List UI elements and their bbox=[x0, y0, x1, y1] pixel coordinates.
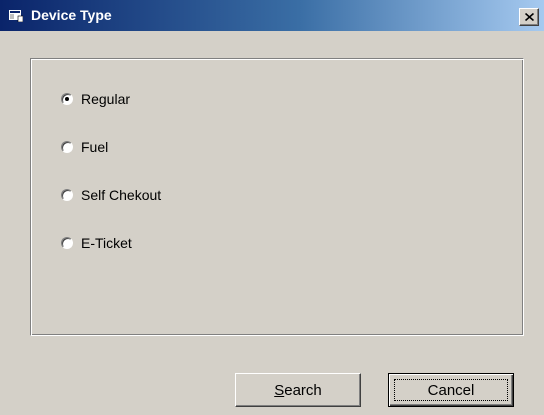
search-label-rest: earch bbox=[284, 381, 322, 399]
radio-e-ticket[interactable]: E-Ticket bbox=[61, 234, 132, 252]
radio-button[interactable] bbox=[61, 93, 73, 105]
title-bar[interactable]: Device Type bbox=[0, 0, 544, 31]
radio-self-checkout[interactable]: Self Chekout bbox=[61, 186, 161, 204]
radio-button[interactable] bbox=[61, 189, 73, 201]
radio-button[interactable] bbox=[61, 141, 73, 153]
radio-selected-dot bbox=[65, 97, 69, 101]
radio-regular[interactable]: Regular bbox=[61, 90, 130, 108]
close-icon bbox=[525, 13, 534, 21]
radio-label-fuel: Fuel bbox=[81, 139, 109, 155]
cancel-button-label: Cancel bbox=[427, 381, 475, 399]
window-title: Device Type bbox=[31, 7, 112, 23]
radio-label-regular: Regular bbox=[81, 91, 131, 107]
cancel-button[interactable]: Cancel bbox=[388, 373, 514, 407]
search-button[interactable]: Search bbox=[235, 373, 361, 407]
search-button-label: Search bbox=[274, 382, 322, 399]
app-window-icon bbox=[9, 10, 23, 22]
device-type-dialog: Device Type Regular Fuel Self Chekout E-… bbox=[0, 0, 544, 415]
close-button[interactable] bbox=[519, 8, 539, 26]
radio-button[interactable] bbox=[61, 237, 73, 249]
search-accelerator: S bbox=[274, 381, 285, 399]
radio-label-self-checkout: Self Chekout bbox=[81, 187, 162, 203]
radio-fuel[interactable]: Fuel bbox=[61, 138, 108, 156]
radio-label-e-ticket: E-Ticket bbox=[81, 235, 132, 251]
